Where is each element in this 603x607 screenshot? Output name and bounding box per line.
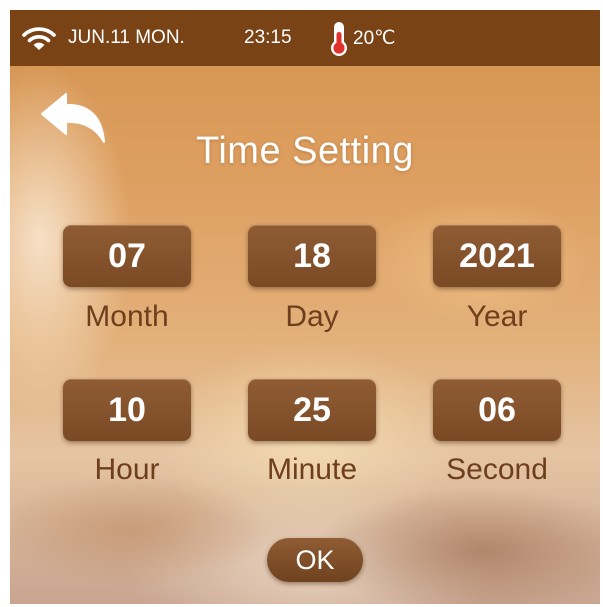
minute-label: Minute: [266, 453, 358, 486]
thermometer-icon: [331, 22, 347, 56]
second-label: Second: [446, 453, 548, 486]
ok-button[interactable]: OK: [267, 538, 363, 582]
day-label: Day: [285, 300, 339, 333]
time-setting-screen: JUN.11 MON. 23:15 20℃ Time Setting 07 Mo…: [10, 10, 600, 604]
status-bar: JUN.11 MON. 23:15 20℃: [10, 10, 600, 66]
hour-label: Hour: [94, 453, 160, 486]
hour-field[interactable]: 10: [63, 379, 191, 441]
status-time: 23:15: [244, 27, 292, 48]
status-date: JUN.11 MON.: [68, 27, 185, 48]
page-title: Time Setting: [196, 130, 414, 172]
status-temperature: 20℃: [353, 28, 396, 49]
minute-field[interactable]: 25: [248, 379, 376, 441]
day-field[interactable]: 18: [248, 225, 376, 287]
year-label: Year: [466, 300, 528, 333]
second-field[interactable]: 06: [433, 379, 561, 441]
year-field[interactable]: 2021: [433, 225, 561, 287]
wifi-icon: [22, 27, 56, 50]
month-field[interactable]: 07: [63, 225, 191, 287]
month-label: Month: [85, 300, 169, 333]
